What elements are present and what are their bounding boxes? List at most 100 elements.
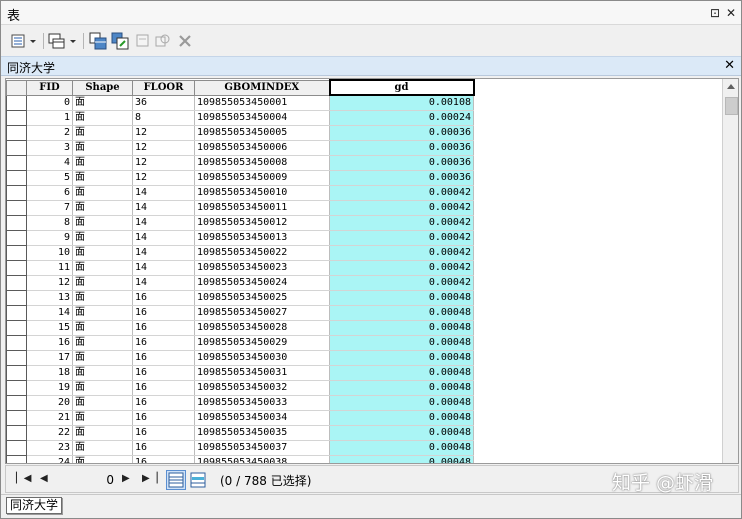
cell-shape[interactable]: 面 xyxy=(72,140,133,156)
cell-fid[interactable]: 9 xyxy=(26,230,73,246)
cell-fid[interactable]: 7 xyxy=(26,200,73,216)
row-selector[interactable] xyxy=(6,230,27,246)
table-row[interactable]: 2 面 12 109855053450005 0.00036 xyxy=(6,125,474,141)
column-header-gbomindex[interactable]: GBOMINDEX xyxy=(194,79,330,96)
cell-floor[interactable]: 12 xyxy=(132,125,195,141)
cell-gbomindex[interactable]: 109855053450029 xyxy=(194,335,330,351)
cell-gbomindex[interactable]: 109855053450025 xyxy=(194,290,330,306)
cell-shape[interactable]: 面 xyxy=(72,395,133,411)
table-row[interactable]: 22 面 16 109855053450035 0.00048 xyxy=(6,425,474,441)
cell-gd[interactable]: 0.00048 xyxy=(329,410,474,426)
cell-shape[interactable]: 面 xyxy=(72,305,133,321)
cell-gd[interactable]: 0.00042 xyxy=(329,245,474,261)
cell-shape[interactable]: 面 xyxy=(72,125,133,141)
cell-gbomindex[interactable]: 109855053450004 xyxy=(194,110,330,126)
cell-floor[interactable]: 12 xyxy=(132,140,195,156)
cell-shape[interactable]: 面 xyxy=(72,260,133,276)
table-row[interactable]: 18 面 16 109855053450031 0.00048 xyxy=(6,365,474,381)
cell-gbomindex[interactable]: 109855053450009 xyxy=(194,170,330,186)
cell-floor[interactable]: 16 xyxy=(132,410,195,426)
table-row[interactable]: 7 面 14 109855053450011 0.00042 xyxy=(6,200,474,216)
cell-floor[interactable]: 14 xyxy=(132,200,195,216)
cell-gd[interactable]: 0.00042 xyxy=(329,215,474,231)
cell-gbomindex[interactable]: 109855053450034 xyxy=(194,410,330,426)
cell-floor[interactable]: 14 xyxy=(132,260,195,276)
first-record-icon[interactable]: ▏◀ xyxy=(16,473,31,484)
cell-gd[interactable]: 0.00048 xyxy=(329,440,474,456)
table-row[interactable]: 10 面 14 109855053450022 0.00042 xyxy=(6,245,474,261)
cell-fid[interactable]: 19 xyxy=(26,380,73,396)
table-row[interactable]: 3 面 12 109855053450006 0.00036 xyxy=(6,140,474,156)
cell-gbomindex[interactable]: 109855053450012 xyxy=(194,215,330,231)
cell-floor[interactable]: 14 xyxy=(132,245,195,261)
table-row[interactable]: 14 面 16 109855053450027 0.00048 xyxy=(6,305,474,321)
cell-fid[interactable]: 17 xyxy=(26,350,73,366)
cell-gbomindex[interactable]: 109855053450011 xyxy=(194,200,330,216)
row-selector[interactable] xyxy=(6,425,27,441)
select-by-attributes-button[interactable] xyxy=(88,31,108,51)
cell-shape[interactable]: 面 xyxy=(72,380,133,396)
cell-gd[interactable]: 0.00042 xyxy=(329,200,474,216)
table-row[interactable]: 17 面 16 109855053450030 0.00048 xyxy=(6,350,474,366)
cell-shape[interactable]: 面 xyxy=(72,200,133,216)
cell-gd[interactable]: 0.00048 xyxy=(329,365,474,381)
table-row[interactable]: 4 面 12 109855053450008 0.00036 xyxy=(6,155,474,171)
bottom-tab-table[interactable]: 同济大学 xyxy=(6,497,63,514)
table-row[interactable]: 5 面 12 109855053450009 0.00036 xyxy=(6,170,474,186)
cell-shape[interactable]: 面 xyxy=(72,215,133,231)
table-row[interactable]: 20 面 16 109855053450033 0.00048 xyxy=(6,395,474,411)
current-record-input[interactable]: 0 xyxy=(56,471,118,489)
cell-floor[interactable]: 36 xyxy=(132,95,195,111)
cell-floor[interactable]: 8 xyxy=(132,110,195,126)
show-selected-records-button[interactable] xyxy=(188,470,208,490)
cell-gd[interactable]: 0.00042 xyxy=(329,275,474,291)
table-row[interactable]: 24 面 16 109855053450038 0.00048 xyxy=(6,455,474,463)
table-row[interactable]: 6 面 14 109855053450010 0.00042 xyxy=(6,185,474,201)
cell-floor[interactable]: 12 xyxy=(132,155,195,171)
row-selector[interactable] xyxy=(6,305,27,321)
vertical-scrollbar[interactable] xyxy=(722,79,738,463)
cell-gbomindex[interactable]: 109855053450022 xyxy=(194,245,330,261)
table-row[interactable]: 16 面 16 109855053450029 0.00048 xyxy=(6,335,474,351)
cell-gd[interactable]: 0.00036 xyxy=(329,140,474,156)
cell-shape[interactable]: 面 xyxy=(72,170,133,186)
row-selector[interactable] xyxy=(6,140,27,156)
row-selector[interactable] xyxy=(6,155,27,171)
cell-shape[interactable]: 面 xyxy=(72,410,133,426)
cell-gd[interactable]: 0.00036 xyxy=(329,125,474,141)
cell-floor[interactable]: 16 xyxy=(132,395,195,411)
cell-gbomindex[interactable]: 109855053450027 xyxy=(194,305,330,321)
cell-shape[interactable]: 面 xyxy=(72,185,133,201)
cell-gd[interactable]: 0.00048 xyxy=(329,335,474,351)
row-selector[interactable] xyxy=(6,125,27,141)
cell-gd[interactable]: 0.00042 xyxy=(329,260,474,276)
cell-gd[interactable]: 0.00048 xyxy=(329,395,474,411)
cell-gbomindex[interactable]: 109855053450037 xyxy=(194,440,330,456)
cell-fid[interactable]: 21 xyxy=(26,410,73,426)
cell-gd[interactable]: 0.00048 xyxy=(329,320,474,336)
row-selector[interactable] xyxy=(6,290,27,306)
close-window-icon[interactable]: ✕ xyxy=(724,6,738,20)
cell-shape[interactable]: 面 xyxy=(72,110,133,126)
cell-shape[interactable]: 面 xyxy=(72,440,133,456)
cell-floor[interactable]: 16 xyxy=(132,305,195,321)
cell-fid[interactable]: 24 xyxy=(26,455,73,463)
cell-gbomindex[interactable]: 109855053450008 xyxy=(194,155,330,171)
cell-gbomindex[interactable]: 109855053450006 xyxy=(194,140,330,156)
table-row[interactable]: 23 面 16 109855053450037 0.00048 xyxy=(6,440,474,456)
cell-floor[interactable]: 14 xyxy=(132,215,195,231)
cell-gd[interactable]: 0.00024 xyxy=(329,110,474,126)
cell-fid[interactable]: 10 xyxy=(26,245,73,261)
cell-fid[interactable]: 4 xyxy=(26,155,73,171)
cell-floor[interactable]: 16 xyxy=(132,380,195,396)
cell-gd[interactable]: 0.00108 xyxy=(329,95,474,111)
table-row[interactable]: 15 面 16 109855053450028 0.00048 xyxy=(6,320,474,336)
cell-fid[interactable]: 12 xyxy=(26,275,73,291)
last-record-icon[interactable]: ▶▕ xyxy=(142,473,157,484)
table-options-button[interactable] xyxy=(9,31,39,51)
row-selector[interactable] xyxy=(6,185,27,201)
cell-gd[interactable]: 0.00048 xyxy=(329,425,474,441)
cell-fid[interactable]: 11 xyxy=(26,260,73,276)
next-record-icon[interactable]: ▶ xyxy=(122,473,130,484)
restore-icon[interactable]: ⊡ xyxy=(708,6,722,20)
